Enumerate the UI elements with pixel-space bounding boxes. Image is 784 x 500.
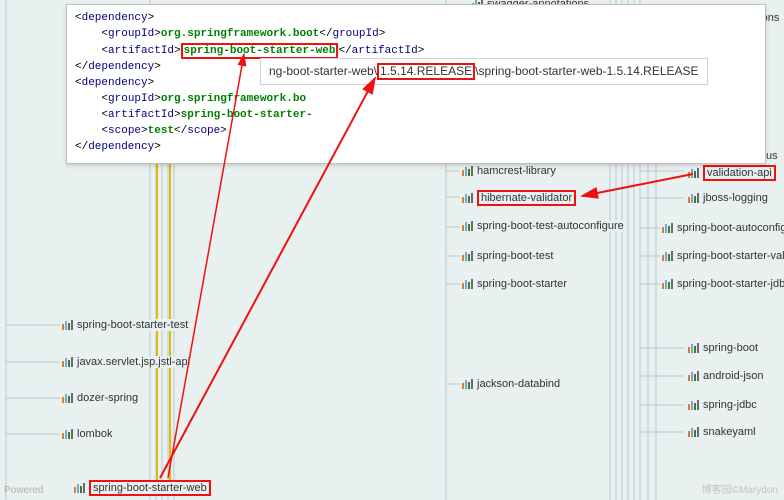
- dep-label: spring-boot: [703, 342, 758, 354]
- groupid-value-2: org.springframework.bo: [161, 93, 306, 105]
- lib-icon: [688, 168, 699, 178]
- version-path-suffix: \spring-boot-starter-web-1.5.14.RELEASE: [475, 64, 698, 78]
- dep-label: spring-boot-starter-jdbc -: [677, 278, 784, 290]
- artifactid-value-highlighted: spring-boot-starter-web: [181, 43, 339, 59]
- dep-node-sb-test-autoconfigure[interactable]: spring-boot-test-autoconfigure: [460, 220, 626, 232]
- dep-node-jackson-databind[interactable]: jackson-databind: [460, 378, 562, 390]
- dep-label: lombok: [77, 428, 112, 440]
- dep-label: android-json: [703, 370, 764, 382]
- dep-label: spring-jdbc: [703, 399, 757, 411]
- dep-label: hibernate-validator: [477, 190, 576, 206]
- lib-icon: [462, 221, 473, 231]
- dep-label: jackson-databind: [477, 378, 560, 390]
- lib-icon: [462, 251, 473, 261]
- dep-label: jboss-logging: [703, 192, 768, 204]
- lib-icon: [688, 400, 699, 410]
- dep-node-sb-autoconfigure[interactable]: spring-boot-autoconfigure: [660, 222, 784, 234]
- version-path-prefix: ng-boot-starter-web\: [269, 64, 377, 78]
- lib-icon: [462, 193, 473, 203]
- dep-node-sb-starter-test[interactable]: spring-boot-starter-test: [60, 319, 190, 331]
- dep-node-spring-jdbc[interactable]: spring-jdbc: [686, 399, 759, 411]
- lib-icon: [74, 483, 85, 493]
- dep-node-spring-boot[interactable]: spring-boot: [686, 342, 760, 354]
- dep-node-sb-test[interactable]: spring-boot-test: [460, 250, 555, 262]
- dep-node-hamcrest-library[interactable]: hamcrest-library: [460, 165, 558, 177]
- lib-icon: [62, 429, 73, 439]
- dep-label: spring-boot-test-autoconfigure: [477, 220, 624, 232]
- lib-icon: [62, 320, 73, 330]
- dep-node-sb-starter-validatio[interactable]: spring-boot-starter-validatio: [660, 250, 784, 262]
- dep-label: spring-boot-starter-test: [77, 319, 188, 331]
- artifactid-value-2: spring-boot-starter-: [181, 109, 313, 121]
- dep-node-validation-api[interactable]: validation-api: [686, 165, 778, 181]
- dep-label: javax.servlet.jsp.jstl-api: [77, 356, 190, 368]
- dep-node-dozer-spring[interactable]: dozer-spring: [60, 392, 140, 404]
- dep-label: spring-boot-autoconfigure: [677, 222, 784, 234]
- groupid-value: org.springframework.boot: [161, 28, 319, 40]
- lib-icon: [688, 427, 699, 437]
- watermark-powered: Powered: [4, 485, 43, 496]
- lib-icon: [62, 393, 73, 403]
- dep-node-jstl-api[interactable]: javax.servlet.jsp.jstl-api: [60, 356, 192, 368]
- lib-icon: [662, 251, 673, 261]
- dep-label: spring-boot-starter: [477, 278, 567, 290]
- dep-label: hamcrest-library: [477, 165, 556, 177]
- dep-label: us: [766, 150, 778, 162]
- dep-label: dozer-spring: [77, 392, 138, 404]
- scope-value: test: [148, 125, 174, 137]
- dep-node-trunc-us[interactable]: us: [764, 150, 780, 162]
- lib-icon: [688, 371, 699, 381]
- lib-icon: [462, 166, 473, 176]
- lib-icon: [688, 343, 699, 353]
- lib-icon: [462, 379, 473, 389]
- lib-icon: [688, 193, 699, 203]
- dep-label: validation-api: [703, 165, 776, 181]
- dep-node-sb-starter-jdbc[interactable]: spring-boot-starter-jdbc -: [660, 278, 784, 290]
- dep-label: spring-boot-starter-web: [89, 480, 211, 496]
- watermark-author: 博客园©Marydon: [702, 481, 778, 496]
- dep-label: spring-boot-starter-validatio: [677, 250, 784, 262]
- lib-icon: [62, 357, 73, 367]
- dep-node-sb-starter-web[interactable]: spring-boot-starter-web: [72, 480, 213, 496]
- dep-node-sb-starter[interactable]: spring-boot-starter: [460, 278, 569, 290]
- version-path-highlight: 1.5.14.RELEASE: [377, 63, 475, 80]
- lib-icon: [662, 223, 673, 233]
- lib-icon: [662, 279, 673, 289]
- version-path-tooltip: ng-boot-starter-web\1.5.14.RELEASE\sprin…: [260, 58, 708, 85]
- lib-icon: [462, 279, 473, 289]
- dep-node-jboss-logging[interactable]: jboss-logging: [686, 192, 770, 204]
- dep-node-snakeyaml[interactable]: snakeyaml: [686, 426, 758, 438]
- dep-node-hibernate-validator[interactable]: hibernate-validator: [460, 190, 578, 206]
- dep-node-lombok[interactable]: lombok: [60, 428, 114, 440]
- dep-label: spring-boot-test: [477, 250, 553, 262]
- dep-label: snakeyaml: [703, 426, 756, 438]
- dep-node-android-json[interactable]: android-json: [686, 370, 766, 382]
